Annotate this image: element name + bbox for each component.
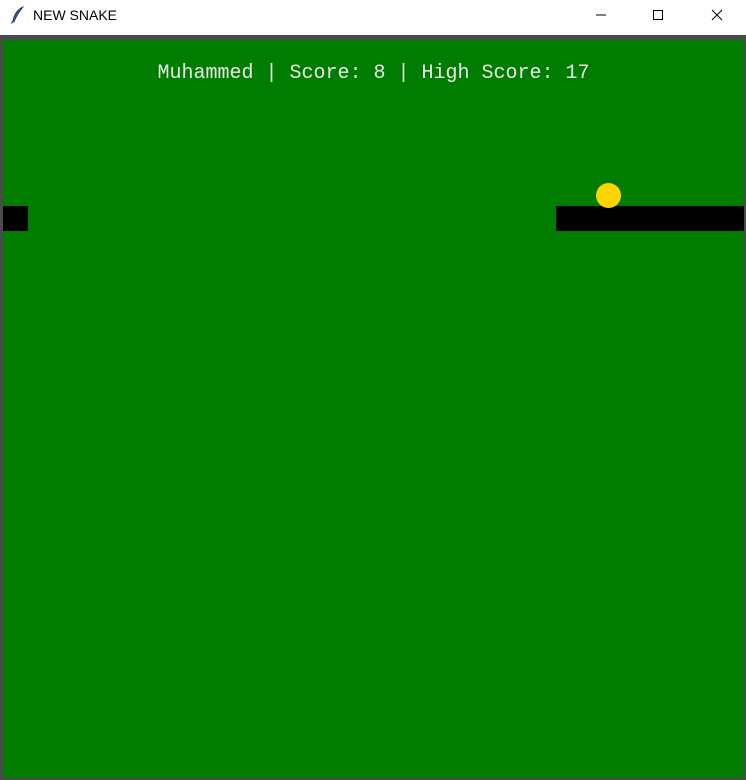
snake-body xyxy=(556,206,744,231)
app-window: NEW SNAKE Muhammed | Score: 8 | High Sco… xyxy=(0,0,746,780)
feather-icon xyxy=(10,6,26,24)
close-icon xyxy=(711,6,723,25)
maximize-icon xyxy=(652,6,664,25)
minimize-icon xyxy=(595,6,607,25)
scoreboard-text: Muhammed | Score: 8 | High Score: 17 xyxy=(157,62,590,85)
minimize-button[interactable] xyxy=(578,0,624,31)
snake-tail-segment xyxy=(3,206,28,231)
game-canvas[interactable]: Muhammed | Score: 8 | High Score: 17 xyxy=(3,40,744,778)
close-button[interactable] xyxy=(694,0,740,31)
maximize-button[interactable] xyxy=(635,0,681,31)
window-title: NEW SNAKE xyxy=(33,7,118,23)
title-bar[interactable]: NEW SNAKE xyxy=(0,0,746,31)
food-pellet xyxy=(596,183,621,208)
